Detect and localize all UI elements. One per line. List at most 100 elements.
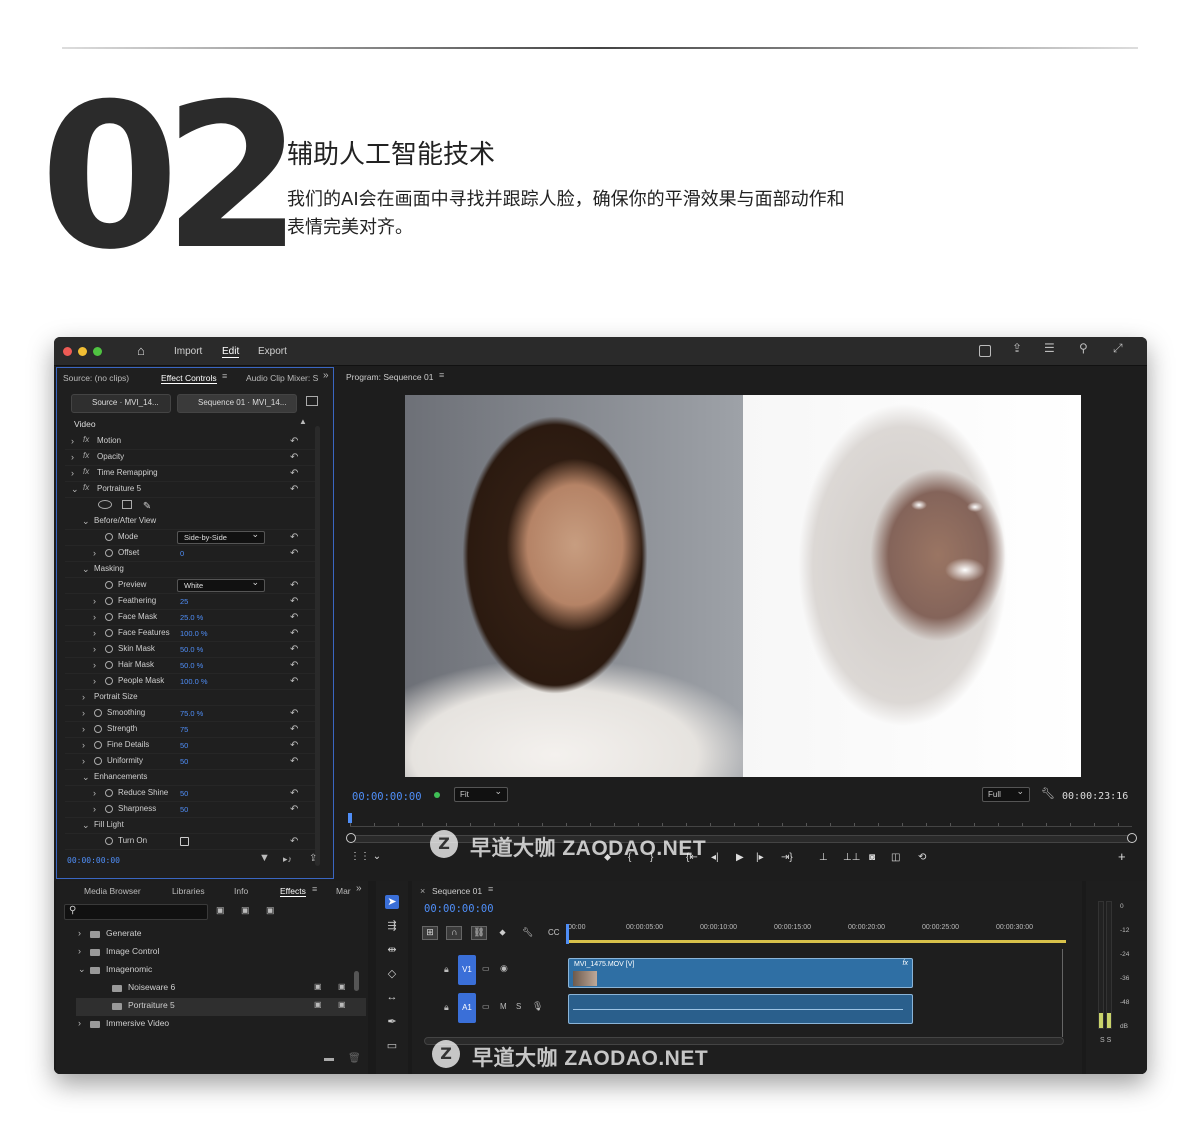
effects-tree-item[interactable]: › Image Control xyxy=(76,944,366,962)
tab-source[interactable]: Source: (no clips) xyxy=(63,373,129,383)
reset-icon[interactable]: ↶ xyxy=(290,612,298,623)
fx-icon[interactable]: fx xyxy=(83,435,89,444)
effect-row[interactable]: › Smoothing 75.0 % ↶ xyxy=(65,706,315,722)
ripple-edit-tool-icon[interactable]: ⇹ xyxy=(385,943,399,957)
zoom-window-button[interactable] xyxy=(93,347,102,356)
slip-tool-icon[interactable]: ↔ xyxy=(385,991,399,1005)
effect-row[interactable]: › fx Opacity ↶ xyxy=(65,450,315,466)
reset-icon[interactable]: ↶ xyxy=(290,484,298,495)
timeline-timecode[interactable]: 00:00:00:00 xyxy=(424,903,494,915)
toggle-timeline-icon[interactable] xyxy=(306,396,318,406)
audio-clip[interactable] xyxy=(568,994,913,1024)
lock-icon[interactable]: 🔒︎ xyxy=(444,964,449,975)
workspace-icon[interactable] xyxy=(979,345,991,357)
chevron-right-icon[interactable]: › xyxy=(82,740,85,750)
effect-row-value[interactable]: 25.0 % xyxy=(180,613,203,622)
tab-audio-clip-mixer[interactable]: Audio Clip Mixer: S xyxy=(246,373,318,383)
reset-icon[interactable]: ↶ xyxy=(290,628,298,639)
chevron-right-icon[interactable]: › xyxy=(78,1018,81,1028)
home-icon[interactable]: ⌂ xyxy=(137,343,145,358)
close-window-button[interactable] xyxy=(63,347,72,356)
effects-scrollbar[interactable] xyxy=(354,971,359,991)
reset-icon[interactable]: ↶ xyxy=(290,452,298,463)
effect-row[interactable]: › fx Time Remapping ↶ xyxy=(65,466,315,482)
resolution-dropdown[interactable]: Full ⌄ xyxy=(982,786,1030,802)
reset-icon[interactable]: ↶ xyxy=(290,676,298,687)
more-tabs-icon[interactable]: » xyxy=(323,370,329,381)
effect-row-value[interactable]: 50.0 % xyxy=(180,645,203,654)
effect-controls-scrollbar[interactable] xyxy=(315,426,320,866)
compare-icon[interactable]: ◫ xyxy=(891,852,900,863)
effect-row[interactable]: › Uniformity 50 ↶ xyxy=(65,754,315,770)
tab-markers[interactable]: Mar xyxy=(336,886,351,896)
reset-icon[interactable]: ↶ xyxy=(290,708,298,719)
captions-icon[interactable]: CC xyxy=(548,928,560,937)
sync-lock-icon[interactable]: ▭ xyxy=(482,1002,490,1011)
reset-icon[interactable]: ↶ xyxy=(290,660,298,671)
scroll-handle-left[interactable] xyxy=(346,833,356,843)
chevron-right-icon[interactable]: › xyxy=(93,644,96,654)
effect-row[interactable]: ⌄ fx Portraiture 5 ↶ xyxy=(65,482,315,498)
turn-on-checkbox[interactable] xyxy=(180,837,189,846)
safe-margins-icon[interactable]: ⋮⋮ ⌄ xyxy=(350,851,381,862)
effect-row-dropdown[interactable]: White xyxy=(177,577,265,592)
effect-row[interactable]: › Sharpness 50 ↶ xyxy=(65,802,315,818)
effect-row[interactable]: › Face Mask 25.0 % ↶ xyxy=(65,610,315,626)
stopwatch-icon[interactable] xyxy=(105,629,113,637)
track-select-tool-icon[interactable]: ⇶ xyxy=(385,919,399,933)
selection-tool-icon[interactable]: ➤ xyxy=(385,895,399,909)
tab-effects[interactable]: Effects xyxy=(280,886,306,897)
program-timecode[interactable]: 00:00:00:00 xyxy=(352,791,422,803)
effect-row-value[interactable]: 0 xyxy=(180,549,184,558)
program-menu-icon[interactable]: ≡ xyxy=(439,370,444,380)
effect-row[interactable]: › Offset 0 ↶ xyxy=(65,546,315,562)
fx-icon[interactable]: fx xyxy=(83,467,89,476)
reset-icon[interactable]: ↶ xyxy=(290,804,298,815)
menu-import[interactable]: Import xyxy=(174,346,202,357)
stopwatch-icon[interactable] xyxy=(105,677,113,685)
reset-icon[interactable]: ↶ xyxy=(290,468,298,479)
effect-row[interactable]: Preview White ↶ xyxy=(65,577,315,594)
tab-media-browser[interactable]: Media Browser xyxy=(84,886,141,896)
fullscreen-icon[interactable]: ⤢ xyxy=(1113,341,1123,356)
wrench-icon[interactable]: 🔧︎ xyxy=(1041,787,1055,800)
stopwatch-icon[interactable] xyxy=(105,533,113,541)
effect-row[interactable]: › Skin Mask 50.0 % ↶ xyxy=(65,642,315,658)
rectangle-tool-icon[interactable]: ▭ xyxy=(385,1039,399,1053)
chevron-right-icon[interactable]: › xyxy=(71,452,74,462)
stopwatch-icon[interactable] xyxy=(94,741,102,749)
fx-icon[interactable]: fx xyxy=(83,483,89,492)
rectangle-mask-icon[interactable] xyxy=(122,500,133,509)
yuv-effects-icon[interactable]: ▣ xyxy=(266,905,275,916)
effect-row-value[interactable]: 50 xyxy=(180,789,188,798)
extract-icon[interactable]: ⊥⊥ xyxy=(843,852,860,863)
reset-icon[interactable]: ↶ xyxy=(290,596,298,607)
effect-row[interactable]: ⌄ Masking xyxy=(65,562,315,578)
effect-row-value[interactable]: 25 xyxy=(180,597,188,606)
eye-icon[interactable]: ◉ xyxy=(500,963,508,974)
add-button-icon[interactable]: + xyxy=(1118,849,1126,864)
zoom-scrollbar[interactable] xyxy=(352,835,1132,843)
work-area-bar[interactable] xyxy=(566,940,1066,943)
chevron-down-icon[interactable]: ⌄ xyxy=(71,484,79,495)
ellipse-mask-icon[interactable] xyxy=(98,500,112,509)
chevron-down-icon[interactable]: ⌄ xyxy=(82,516,90,527)
vr-icon[interactable]: ⟲ xyxy=(918,852,926,863)
stopwatch-icon[interactable] xyxy=(105,549,113,557)
effects-tree-item[interactable]: Portraiture 5 ▣ ▣ xyxy=(76,998,366,1016)
32bit-effects-icon[interactable]: ▣ xyxy=(241,905,250,916)
effect-row-value[interactable]: 75.0 % xyxy=(180,709,203,718)
accelerated-effects-icon[interactable]: ▣ xyxy=(216,905,225,916)
fit-dropdown[interactable]: Fit ⌄ xyxy=(454,786,508,802)
tab-effect-controls[interactable]: Effect Controls xyxy=(161,373,217,384)
reset-icon[interactable]: ↶ xyxy=(290,740,298,751)
effect-row[interactable]: Mode Side-by-Side ↶ xyxy=(65,529,315,546)
effect-row[interactable]: › Feathering 25 ↶ xyxy=(65,594,315,610)
stopwatch-icon[interactable] xyxy=(105,789,113,797)
pen-mask-icon[interactable]: ✎ xyxy=(143,501,151,512)
reset-icon[interactable]: ↶ xyxy=(290,836,298,847)
effect-row[interactable]: › Reduce Shine 50 ↶ xyxy=(65,786,315,802)
effect-row[interactable]: › People Mask 100.0 % ↶ xyxy=(65,674,315,690)
fx-icon[interactable]: fx xyxy=(83,451,89,460)
source-clip-button[interactable]: Source · MVI_14... xyxy=(71,394,171,413)
